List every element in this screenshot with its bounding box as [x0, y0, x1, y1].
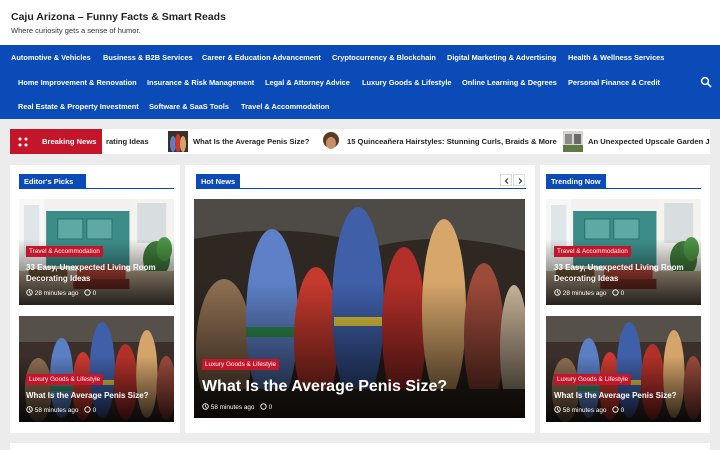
clock-icon	[26, 406, 33, 413]
card-meta: 28 minutes ago 0	[26, 289, 96, 297]
ticker-thumbnail[interactable]	[321, 131, 341, 152]
section-title-editors-picks: Editor's Picks	[19, 174, 86, 189]
card-meta: 58 minutes ago 0	[26, 406, 96, 414]
editors-pick-card[interactable]: Travel & Accommodation 33 Easy, Unexpect…	[19, 199, 174, 305]
nav-item-automotive[interactable]: Automotive & Vehicles	[11, 53, 91, 62]
post-time: 58 minutes ago	[34, 407, 79, 414]
ticker-thumbnail[interactable]	[563, 131, 583, 152]
clock-icon	[554, 289, 561, 296]
comment-count[interactable]: 0	[93, 407, 97, 414]
card-meta: 28 minutes ago 0	[554, 289, 624, 297]
editors-pick-card[interactable]: Luxury Goods & Lifestyle What Is the Ave…	[19, 316, 174, 422]
category-badge[interactable]: Luxury Goods & Lifestyle	[26, 374, 104, 385]
category-badge[interactable]: Travel & Accommodation	[554, 246, 631, 257]
nav-item-travel[interactable]: Travel & Accommodation	[241, 102, 329, 111]
hot-news-card[interactable]: Luxury Goods & Lifestyle What Is the Ave…	[194, 199, 525, 418]
card-title[interactable]: What Is the Average Penis Size?	[26, 391, 171, 402]
grid-dots-icon	[18, 137, 28, 147]
chevron-left-icon	[504, 178, 509, 184]
breaking-news-text: Breaking News	[42, 137, 97, 146]
next-section-edge	[10, 443, 710, 450]
comment-icon	[84, 289, 91, 296]
nav-item-insurance[interactable]: Insurance & Risk Management	[147, 78, 254, 87]
nav-item-career[interactable]: Career & Education Advancement	[202, 53, 321, 62]
ticker-item[interactable]: 15 Quinceañera Hairstyles: Stunning Curl…	[347, 137, 557, 146]
nav-item-real-estate[interactable]: Real Estate & Property Investment	[18, 102, 139, 111]
card-title[interactable]: What Is the Average Penis Size?	[202, 376, 522, 397]
post-time: 58 minutes ago	[210, 404, 255, 411]
nav-item-health[interactable]: Health & Wellness Services	[568, 53, 664, 62]
slider-prev-button[interactable]	[500, 174, 512, 186]
category-badge[interactable]: Luxury Goods & Lifestyle	[202, 359, 280, 370]
nav-item-marketing[interactable]: Digital Marketing & Advertising	[447, 53, 556, 62]
nav-item-legal[interactable]: Legal & Attorney Advice	[265, 78, 350, 87]
nav-item-software[interactable]: Software & SaaS Tools	[149, 102, 229, 111]
ticker-item[interactable]: What Is the Average Penis Size?	[193, 137, 309, 146]
trending-card[interactable]: Travel & Accommodation 33 Easy, Unexpect…	[546, 199, 701, 305]
section-divider	[196, 188, 526, 189]
card-meta: 58 minutes ago 0	[554, 406, 624, 414]
ticker-thumbnail[interactable]	[168, 131, 188, 152]
site-title[interactable]: Caju Arizona – Funny Facts & Smart Reads	[11, 11, 226, 23]
nav-item-business[interactable]: Business & B2B Services	[103, 53, 193, 62]
site-tagline: Where curiosity gets a sense of humor.	[11, 26, 141, 35]
comment-icon	[260, 403, 267, 410]
slider-next-button[interactable]	[513, 174, 525, 186]
chevron-right-icon	[518, 178, 523, 184]
section-divider	[19, 188, 174, 189]
category-badge[interactable]: Luxury Goods & Lifestyle	[554, 374, 632, 385]
nav-item-crypto[interactable]: Cryptocurrency & Blockchain	[332, 53, 436, 62]
card-title[interactable]: 33 Easy, Unexpected Living Room Decorati…	[554, 263, 699, 284]
editors-picks-panel: Editor's Picks Travel & Accommodation 33…	[10, 165, 180, 433]
comment-count[interactable]: 0	[93, 290, 97, 297]
nav-item-personal-finance[interactable]: Personal Finance & Credit	[568, 78, 660, 87]
comment-icon	[84, 406, 91, 413]
card-title[interactable]: 33 Easy, Unexpected Living Room Decorati…	[26, 263, 171, 284]
nav-item-online-learning[interactable]: Online Learning & Degrees	[462, 78, 557, 87]
category-badge[interactable]: Travel & Accommodation	[26, 246, 103, 257]
clock-icon	[202, 403, 209, 410]
clock-icon	[26, 289, 33, 296]
comment-count[interactable]: 0	[269, 404, 273, 411]
comment-icon	[612, 289, 619, 296]
post-time: 28 minutes ago	[562, 290, 607, 297]
ticker-item[interactable]: rating Ideas	[106, 137, 149, 146]
trending-card[interactable]: Luxury Goods & Lifestyle What Is the Ave…	[546, 316, 701, 422]
post-time: 58 minutes ago	[562, 407, 607, 414]
nav-item-home-improvement[interactable]: Home Improvement & Renovation	[18, 78, 137, 87]
trending-now-panel: Trending Now Travel & Accommodation 33 E…	[540, 165, 710, 433]
comment-icon	[612, 406, 619, 413]
search-icon[interactable]	[700, 76, 712, 88]
breaking-news-label: Breaking News	[10, 129, 102, 154]
card-meta: 58 minutes ago 0	[202, 403, 272, 411]
clock-icon	[554, 406, 561, 413]
site-header: Caju Arizona – Funny Facts & Smart Reads…	[0, 0, 720, 45]
post-time: 28 minutes ago	[34, 290, 79, 297]
breaking-news-ticker: Breaking News rating Ideas What Is the A…	[10, 129, 710, 154]
section-divider	[546, 188, 701, 189]
hot-news-panel: Hot News Luxury Goods & Lifestyle What I…	[185, 165, 535, 433]
main-navigation: Automotive & Vehicles Business & B2B Ser…	[0, 45, 720, 119]
comment-count[interactable]: 0	[621, 407, 625, 414]
comment-count[interactable]: 0	[621, 290, 625, 297]
nav-item-luxury[interactable]: Luxury Goods & Lifestyle	[362, 78, 452, 87]
ticker-item[interactable]: An Unexpected Upscale Garden Ju	[588, 137, 710, 146]
card-title[interactable]: What Is the Average Penis Size?	[554, 391, 699, 402]
section-title-hot-news: Hot News	[196, 174, 240, 189]
section-title-trending-now: Trending Now	[546, 174, 606, 189]
